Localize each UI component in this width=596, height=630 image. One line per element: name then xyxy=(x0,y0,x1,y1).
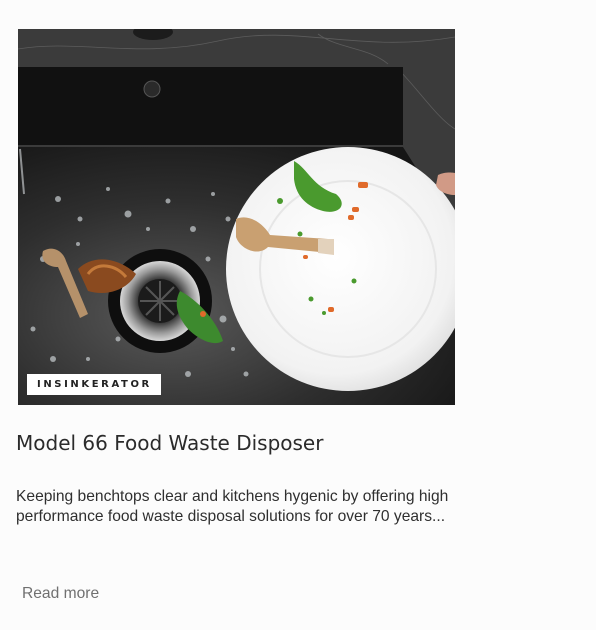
product-description: Keeping benchtops clear and kitchens hyg… xyxy=(16,488,449,525)
sink-scene-illustration xyxy=(18,29,455,405)
product-card: INSINKERATOR Model 66 Food Waste Dispose… xyxy=(0,0,596,630)
product-title[interactable]: Model 66 Food Waste Disposer xyxy=(16,429,323,457)
read-more-link[interactable]: Read more xyxy=(22,584,99,604)
product-image[interactable]: INSINKERATOR xyxy=(18,29,455,405)
brand-tag: INSINKERATOR xyxy=(27,374,161,395)
